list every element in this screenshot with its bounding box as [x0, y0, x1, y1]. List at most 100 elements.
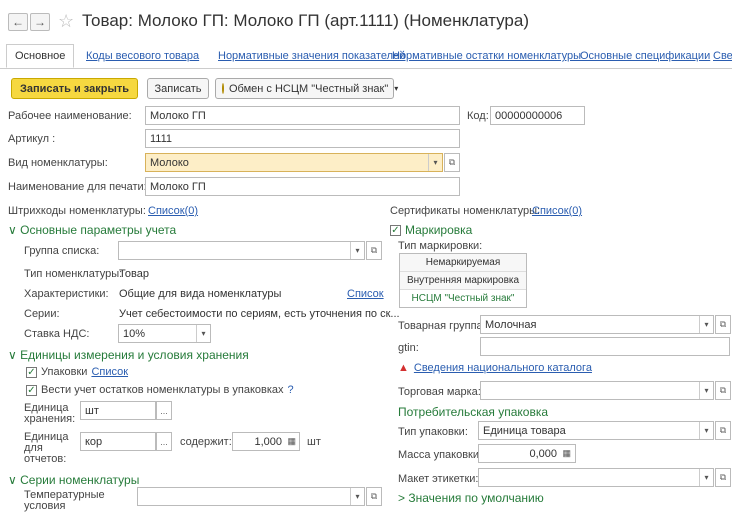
packs-checkbox[interactable]: ✓	[26, 366, 37, 378]
storage-unit-label: Единица хранения:	[24, 403, 75, 425]
accounting-title: Основные параметры учета	[20, 223, 177, 237]
defaults-section-header[interactable]: > Значения по умолчанию	[398, 491, 544, 505]
work-name-label: Рабочее наименование:	[8, 110, 132, 122]
certs-label: Сертификаты номенклатуры:	[390, 205, 541, 217]
save-and-close-button[interactable]: Записать и закрыть	[11, 78, 138, 99]
tab-normative-values[interactable]: Нормативные значения показателей	[218, 50, 405, 62]
exchange-label: Обмен с НСЦМ "Честный знак"	[229, 82, 389, 95]
storage-unit-select-button[interactable]: ...	[156, 401, 172, 420]
save-button[interactable]: Записать	[147, 78, 209, 99]
catalog-link[interactable]: Сведения национального каталога	[414, 362, 592, 374]
mass-field[interactable]: 0,000 ▦	[478, 444, 576, 463]
barcodes-label: Штрихкоды номенклатуры:	[8, 205, 146, 217]
open-kind-icon[interactable]: ⧉	[444, 153, 460, 172]
series-value[interactable]: Учет себестоимости по сериям, есть уточн…	[119, 308, 400, 320]
kind-label: Вид номенклатуры:	[8, 157, 108, 169]
gtin-field[interactable]	[480, 337, 730, 356]
defaults-title: Значения по умолчанию	[408, 491, 544, 505]
print-name-field[interactable]: Молоко ГП	[145, 177, 460, 196]
help-icon[interactable]: ?	[288, 384, 294, 396]
packs-row: ✓ Упаковки Список	[26, 366, 128, 378]
dropdown-arrow-icon[interactable]: ▾	[350, 488, 364, 505]
article-label: Артикул :	[8, 133, 56, 145]
marking-type-label: Тип маркировки:	[398, 240, 483, 252]
product-group-value: Молочная	[485, 318, 537, 331]
pack-type-field[interactable]: Единица товара ▾	[478, 421, 714, 440]
units-title: Единицы измерения и условия хранения	[20, 348, 249, 362]
dropdown-arrow-icon[interactable]: ▾	[350, 242, 364, 259]
calculator-icon[interactable]: ▦	[287, 436, 296, 447]
open-group-icon[interactable]: ⧉	[366, 241, 382, 260]
calculator-icon[interactable]: ▦	[562, 448, 571, 459]
open-layout-icon[interactable]: ⧉	[715, 468, 731, 487]
temp-label-line2: условия	[24, 500, 66, 512]
report-unit-label: Единица для отчетов:	[24, 432, 69, 465]
brand-field[interactable]: ▾	[480, 381, 714, 400]
temp-field[interactable]: ▾	[137, 487, 365, 506]
dropdown-arrow-icon[interactable]: ▾	[699, 316, 713, 333]
dropdown-arrow-icon[interactable]: ▾	[196, 325, 210, 342]
work-name-field[interactable]: Молоко ГП	[145, 106, 460, 125]
marking-section-header: ✓ Маркировка	[390, 223, 472, 237]
tab-main[interactable]: Основное	[6, 44, 75, 68]
code-field[interactable]: 00000000006	[490, 106, 585, 125]
group-label: Группа списка:	[24, 245, 100, 257]
kind-field[interactable]: Молоко ▾	[145, 153, 443, 172]
exchange-icon	[222, 83, 224, 94]
units-section-header[interactable]: ∨ Единицы измерения и условия хранения	[8, 348, 249, 362]
storage-unit-field[interactable]: шт	[80, 401, 156, 420]
vat-value: 10%	[123, 327, 146, 340]
chevron-down-icon: ∨	[8, 473, 17, 487]
chars-link[interactable]: Список	[347, 288, 384, 300]
report-unit-field[interactable]: кор	[80, 432, 156, 451]
marking-checkbox[interactable]: ✓	[390, 224, 401, 236]
group-field[interactable]: ▾	[118, 241, 365, 260]
series-section-header[interactable]: ∨ Серии номенклатуры	[8, 473, 139, 487]
tab-main-label: Основное	[15, 50, 66, 62]
barcodes-link[interactable]: Список(0)	[148, 205, 198, 217]
marking-option-honest-sign[interactable]: НСЦМ "Честный знак"	[400, 290, 526, 307]
open-product-group-icon[interactable]: ⧉	[715, 315, 731, 334]
accounting-section-header[interactable]: ∨ Основные параметры учета	[8, 223, 176, 237]
track-row: ✓ Вести учет остатков номенклатуры в упа…	[26, 384, 294, 396]
track-checkbox[interactable]: ✓	[26, 384, 37, 396]
type-label: Тип номенклатуры:	[24, 268, 123, 280]
chars-value: Общие для вида номенклатуры	[119, 288, 282, 300]
contains-value: 1,000	[254, 435, 282, 448]
dropdown-arrow-icon[interactable]: ▾	[699, 422, 713, 439]
marking-option-internal[interactable]: Внутренняя маркировка	[400, 272, 526, 290]
open-temp-icon[interactable]: ⧉	[366, 487, 382, 506]
warning-icon: ▲	[398, 362, 409, 374]
marking-title: Маркировка	[405, 223, 473, 237]
brand-label: Торговая марка:	[398, 386, 481, 398]
tab-weight-codes[interactable]: Коды весового товара	[86, 50, 199, 62]
open-pack-type-icon[interactable]: ⧉	[715, 421, 731, 440]
dropdown-arrow-icon[interactable]: ▾	[699, 469, 713, 486]
packs-link[interactable]: Список	[91, 366, 128, 378]
packs-label: Упаковки	[41, 366, 88, 378]
tab-normative-stock[interactable]: Нормативные остатки номенклатуры	[392, 50, 581, 62]
certs-link[interactable]: Список(0)	[532, 205, 582, 217]
report-unit-label-line3: отчетов:	[24, 453, 67, 465]
window-title: Товар: Молоко ГП: Молоко ГП (арт.1111) (…	[82, 11, 529, 30]
pack-type-label: Тип упаковки:	[398, 426, 468, 438]
series-section-title: Серии номенклатуры	[20, 473, 140, 487]
forward-button[interactable]: →	[30, 13, 50, 31]
vat-field[interactable]: 10% ▾	[118, 324, 211, 343]
tab-specifications[interactable]: Основные спецификации	[580, 50, 710, 62]
back-button[interactable]: ←	[8, 13, 28, 31]
dropdown-arrow-icon[interactable]: ▾	[428, 154, 442, 171]
report-unit-select-button[interactable]: ...	[156, 432, 172, 451]
layout-field[interactable]: ▾	[478, 468, 714, 487]
kind-value: Молоко	[150, 156, 189, 169]
dropdown-arrow-icon[interactable]: ▾	[699, 382, 713, 399]
product-group-field[interactable]: Молочная ▾	[480, 315, 714, 334]
open-brand-icon[interactable]: ⧉	[715, 381, 731, 400]
favorite-star-icon[interactable]: ☆	[58, 11, 74, 32]
tab-more[interactable]: Све	[713, 50, 732, 62]
marking-option-none[interactable]: Немаркируемая	[400, 254, 526, 272]
contains-field[interactable]: 1,000 ▦	[232, 432, 300, 451]
vat-label: Ставка НДС:	[24, 328, 90, 340]
exchange-button[interactable]: Обмен с НСЦМ "Честный знак" ▾	[215, 78, 398, 99]
article-field[interactable]: 1111	[145, 129, 460, 148]
